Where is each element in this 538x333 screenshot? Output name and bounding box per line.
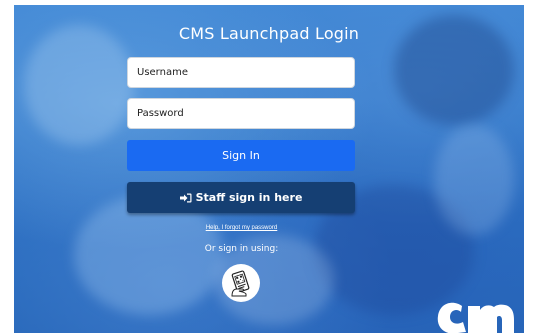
qr-badge-icon (231, 270, 250, 297)
staff-sign-in-button[interactable]: Staff sign in here (127, 182, 355, 213)
username-input[interactable] (127, 57, 355, 88)
background-shape (74, 195, 224, 315)
cms-logo (437, 302, 514, 333)
sign-in-label: Sign In (222, 149, 260, 162)
page-title: CMS Launchpad Login (178, 24, 360, 43)
qr-badge-button[interactable] (222, 264, 260, 302)
forgot-password-wrapper: Help, I forgot my password (0, 225, 483, 231)
alt-sign-in-text: Or sign in using: (204, 244, 279, 254)
sign-in-button[interactable]: Sign In (127, 140, 355, 171)
sign-in-icon (179, 193, 192, 202)
background-shape (434, 125, 514, 235)
staff-sign-in-label: Staff sign in here (195, 191, 303, 204)
forgot-password-link[interactable]: Help, I forgot my password (206, 225, 277, 231)
password-input[interactable] (127, 98, 355, 129)
background-shape (24, 25, 134, 145)
